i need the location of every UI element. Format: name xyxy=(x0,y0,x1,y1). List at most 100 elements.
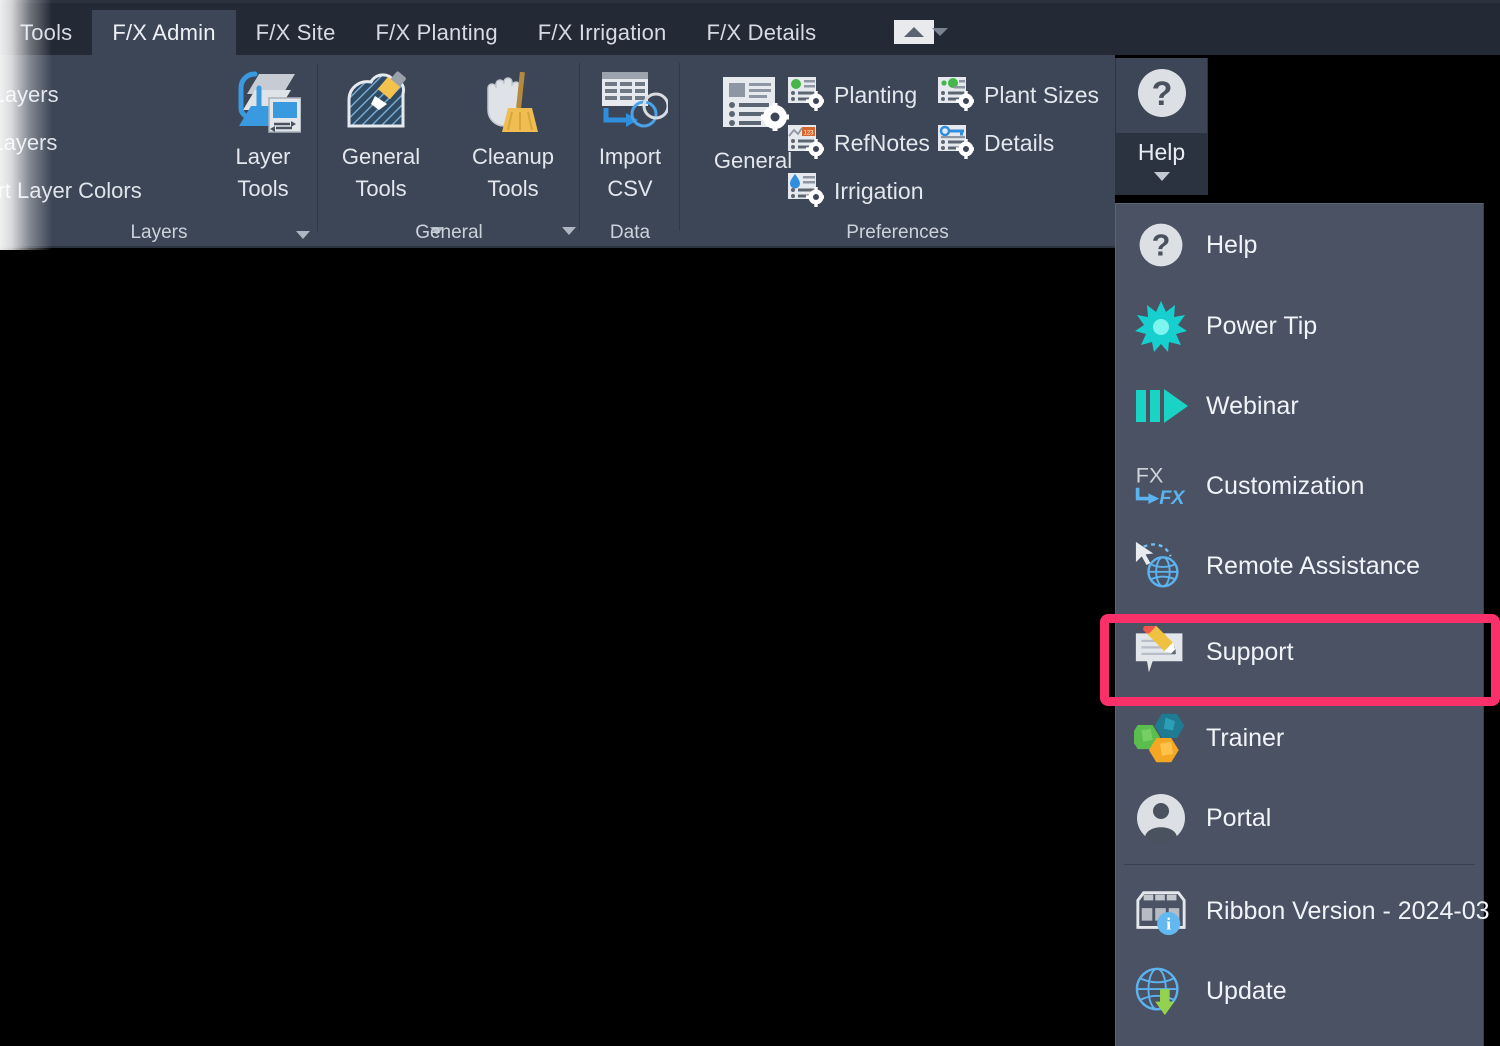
cleanup-tools-button[interactable]: Cleanup Tools xyxy=(464,63,562,205)
tab-fx-irrigation[interactable]: F/X Irrigation xyxy=(518,10,687,55)
question-mark-icon: ? xyxy=(1134,218,1188,272)
menu-item-portal[interactable]: Portal xyxy=(1116,778,1483,858)
preferences-irrigation-button[interactable]: Irrigation xyxy=(786,171,923,212)
svg-text:123: 123 xyxy=(803,131,814,137)
tab-fx-admin[interactable]: F/X Admin xyxy=(92,10,236,55)
layers-list-item[interactable]: ad Layers xyxy=(0,71,142,119)
menu-item-ribbon-version[interactable]: i Ribbon Version - 2024-03 xyxy=(1116,871,1490,951)
preferences-refnotes-button[interactable]: 123 RefNotes xyxy=(786,123,930,164)
speech-bubble-pencil-icon xyxy=(1134,625,1188,679)
panel-title-data: Data xyxy=(609,222,651,243)
menu-item-label: Webinar xyxy=(1206,391,1299,420)
svg-text:i: i xyxy=(1166,914,1171,933)
screenshot-root: Tools F/X Admin F/X Site F/X Planting F/… xyxy=(0,0,1500,1046)
triangle-up-icon xyxy=(903,26,925,38)
hexagons-icon xyxy=(1134,711,1188,765)
menu-item-support[interactable]: Support xyxy=(1116,606,1483,698)
panel-title-preferences: Preferences xyxy=(846,222,949,243)
preferences-details-button[interactable]: Details xyxy=(936,123,1054,164)
menu-item-label: Customization xyxy=(1206,471,1365,500)
menu-item-power-tip[interactable]: Power Tip xyxy=(1116,286,1483,366)
tab-label: F/X Irrigation xyxy=(537,19,667,45)
planting-prefs-icon xyxy=(786,75,826,116)
chevron-down-icon xyxy=(931,24,949,42)
menu-item-label: Portal xyxy=(1206,803,1272,832)
irrigation-prefs-icon xyxy=(786,171,826,212)
fx-customization-icon: FX FX xyxy=(1134,459,1188,513)
panel-data: Import CSV Data xyxy=(580,55,680,248)
preferences-general-icon xyxy=(717,67,789,145)
import-csv-label-line1: Import xyxy=(598,144,662,169)
menu-separator xyxy=(1124,864,1475,865)
ribbon-tabs: Tools F/X Admin F/X Site F/X Planting F/… xyxy=(0,10,836,55)
layer-tools-icon xyxy=(225,63,301,141)
panel-layers: ad Layers ve Layers nvert Layer Colors xyxy=(0,55,318,248)
ribbon-bottom-border xyxy=(0,246,1115,248)
general-tools-icon xyxy=(341,63,421,141)
preferences-planting-label: Planting xyxy=(834,82,918,108)
collapse-ribbon-button[interactable] xyxy=(894,20,934,44)
caret-down-icon[interactable] xyxy=(1153,168,1170,186)
import-csv-label-line2: CSV xyxy=(607,176,653,201)
starburst-icon xyxy=(1134,299,1188,353)
ribbon-panel-area: ad Layers ve Layers nvert Layer Colors xyxy=(0,55,1115,248)
layer-tools-label-line1: Layer xyxy=(235,144,291,169)
preferences-plant-sizes-button[interactable]: Plant Sizes xyxy=(936,75,1099,116)
menu-item-webinar[interactable]: Webinar xyxy=(1116,366,1483,446)
tab-label: F/X Admin xyxy=(112,19,216,45)
plant-sizes-prefs-icon xyxy=(936,75,976,116)
tab-label: F/X Details xyxy=(706,19,817,45)
menu-item-update[interactable]: Update xyxy=(1116,951,1483,1031)
help-button-label: Help xyxy=(1137,139,1186,165)
svg-text:?: ? xyxy=(1151,75,1172,113)
ribbon-tab-strip: Tools F/X Admin F/X Site F/X Planting F/… xyxy=(0,0,1500,55)
tab-fx-planting[interactable]: F/X Planting xyxy=(356,10,518,55)
layers-command-list: ad Layers ve Layers nvert Layer Colors xyxy=(0,71,142,215)
tab-label: F/X Planting xyxy=(375,19,498,45)
general-tools-label-line1: General xyxy=(341,144,421,169)
layer-tools-button[interactable]: Layer Tools xyxy=(214,63,312,205)
ribbon-version-info-icon: i xyxy=(1134,884,1188,938)
tab-fx-details[interactable]: F/X Details xyxy=(687,10,837,55)
import-csv-icon xyxy=(592,63,668,141)
tab-tools[interactable]: Tools xyxy=(0,10,92,55)
menu-item-label: Update xyxy=(1206,976,1287,1005)
refnotes-prefs-icon: 123 xyxy=(786,123,826,164)
menu-item-help[interactable]: ? Help xyxy=(1116,204,1483,286)
menu-item-label: Support xyxy=(1206,637,1294,666)
preferences-planting-button[interactable]: Planting xyxy=(786,75,917,116)
svg-text:FX: FX xyxy=(1136,462,1164,487)
tab-label: Tools xyxy=(20,19,73,45)
import-csv-button[interactable]: Import CSV xyxy=(581,63,679,205)
menu-item-label: Ribbon Version - 2024-03 xyxy=(1206,896,1490,925)
menu-item-label: Power Tip xyxy=(1206,311,1318,340)
help-button-icon-box: ? xyxy=(1116,58,1207,133)
ribbon-options-button[interactable] xyxy=(930,26,950,40)
menu-item-remote-assistance[interactable]: Remote Assistance xyxy=(1116,526,1483,606)
menu-item-trainer[interactable]: Trainer xyxy=(1116,698,1483,778)
layers-list-item[interactable]: nvert Layer Colors xyxy=(0,167,142,215)
cursor-globe-icon xyxy=(1134,539,1188,593)
panel-title-general: General xyxy=(415,222,483,243)
general-tools-label-line2: Tools xyxy=(355,176,407,201)
menu-item-customization[interactable]: FX FX Customization xyxy=(1116,446,1483,526)
globe-download-icon xyxy=(1134,964,1188,1018)
layers-list-item[interactable]: ve Layers xyxy=(0,119,142,167)
menu-item-label: Help xyxy=(1206,230,1258,259)
help-dropdown-menu: ? Help Power Tip Webinar FX FX Customiza… xyxy=(1115,203,1490,1046)
help-split-button[interactable]: ? Help xyxy=(1115,58,1208,195)
play-bars-icon xyxy=(1134,379,1188,433)
layer-tools-label-line2: Tools xyxy=(237,176,289,201)
menu-item-label: Trainer xyxy=(1206,723,1285,752)
preferences-irrigation-label: Irrigation xyxy=(834,178,924,204)
panel-general: General Tools Cleanup Tools General xyxy=(318,55,580,248)
details-prefs-icon xyxy=(936,123,976,164)
menu-item-label: Remote Assistance xyxy=(1206,551,1420,580)
preferences-refnotes-label: RefNotes xyxy=(834,130,930,156)
tab-label: F/X Site xyxy=(255,19,336,45)
general-tools-button[interactable]: General Tools xyxy=(332,63,430,205)
svg-text:?: ? xyxy=(1152,230,1171,263)
tab-fx-site[interactable]: F/X Site xyxy=(236,10,356,55)
panel-title-layers: Layers xyxy=(130,222,188,243)
preferences-details-label: Details xyxy=(984,130,1055,156)
